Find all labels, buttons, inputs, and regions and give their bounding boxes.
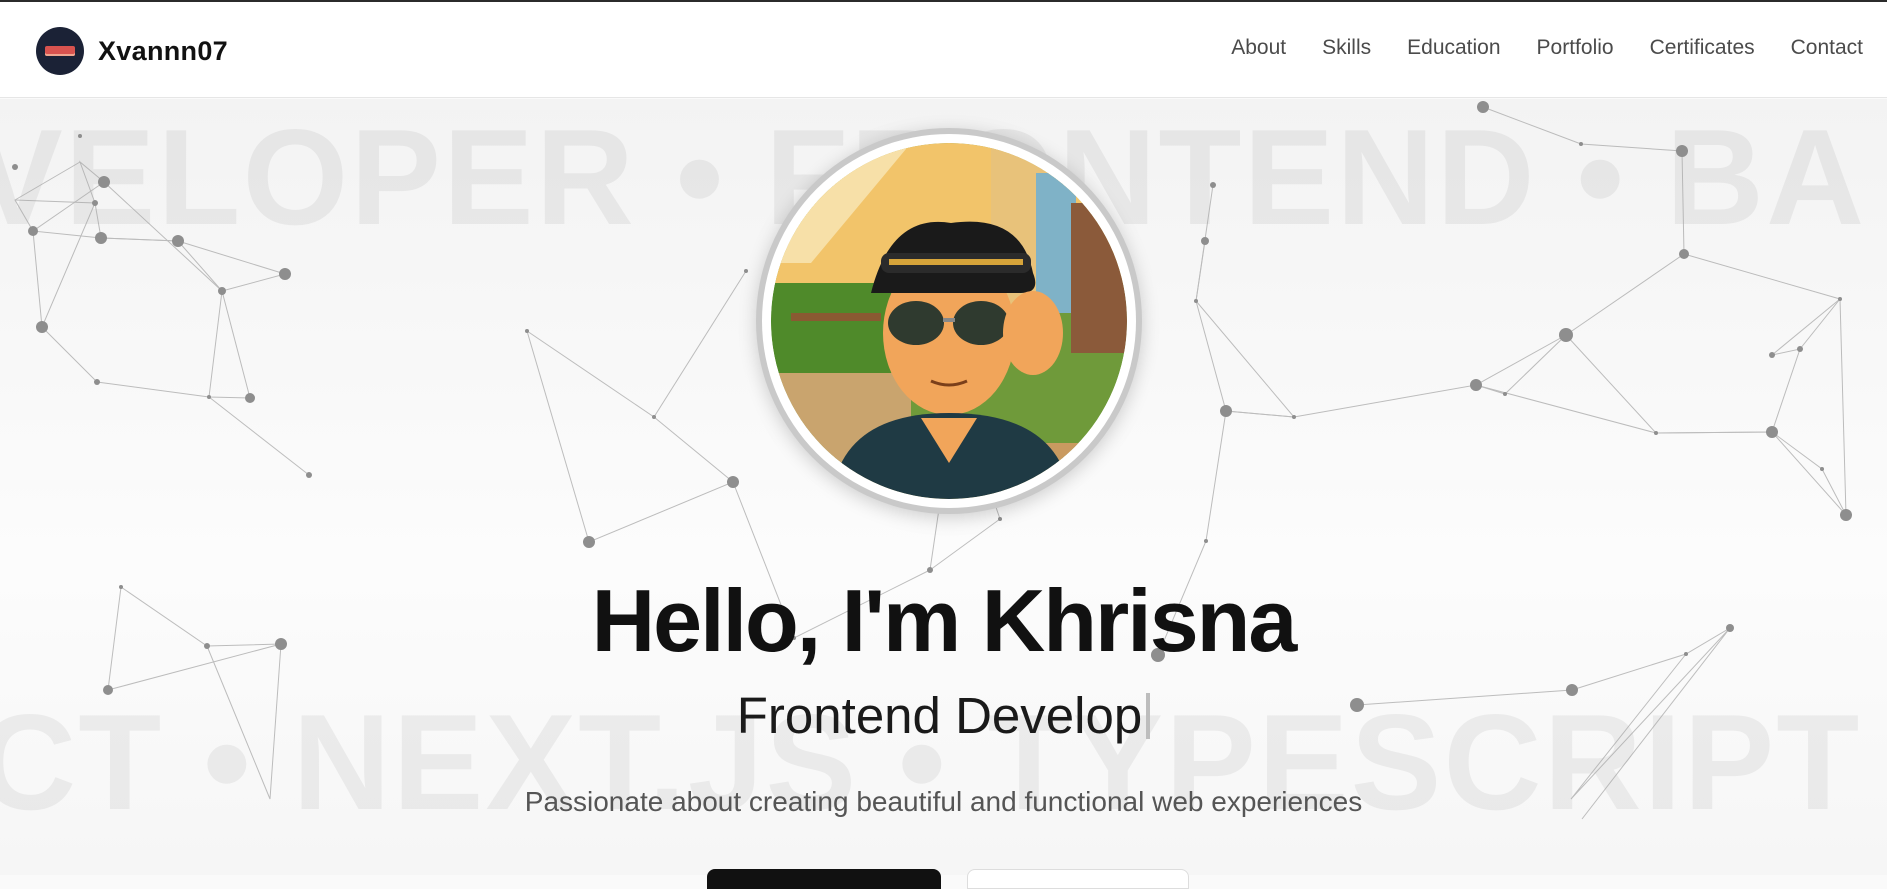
- hero-role-text: Frontend Develop: [736, 687, 1143, 744]
- main-nav: About Skills Education Portfolio Certifi…: [1195, 36, 1863, 60]
- hero-greeting: Hello, I'm Khrisna: [591, 571, 1298, 670]
- secondary-cta-button[interactable]: [967, 869, 1189, 889]
- site-header: Xvannn07 About Skills Education Portfoli…: [0, 2, 1887, 98]
- avatar-illustration: [771, 143, 1127, 499]
- nav-education[interactable]: Education: [1407, 36, 1500, 60]
- nav-portfolio[interactable]: Portfolio: [1537, 36, 1614, 60]
- hero-tagline: Passionate about creating beautiful and …: [524, 786, 1363, 817]
- brand-logo-icon: [36, 27, 84, 75]
- nav-contact[interactable]: Contact: [1791, 36, 1863, 60]
- nav-about[interactable]: About: [1231, 36, 1286, 60]
- nav-skills[interactable]: Skills: [1322, 36, 1371, 60]
- primary-cta-button[interactable]: [707, 869, 941, 889]
- brand[interactable]: Xvannn07: [36, 26, 228, 76]
- typing-caret: [1146, 693, 1151, 739]
- profile-avatar: [756, 128, 1142, 514]
- nav-certificates[interactable]: Certificates: [1650, 36, 1755, 60]
- brand-name: Xvannn07: [98, 35, 228, 66]
- hero-role: Frontend Develop: [0, 686, 1887, 745]
